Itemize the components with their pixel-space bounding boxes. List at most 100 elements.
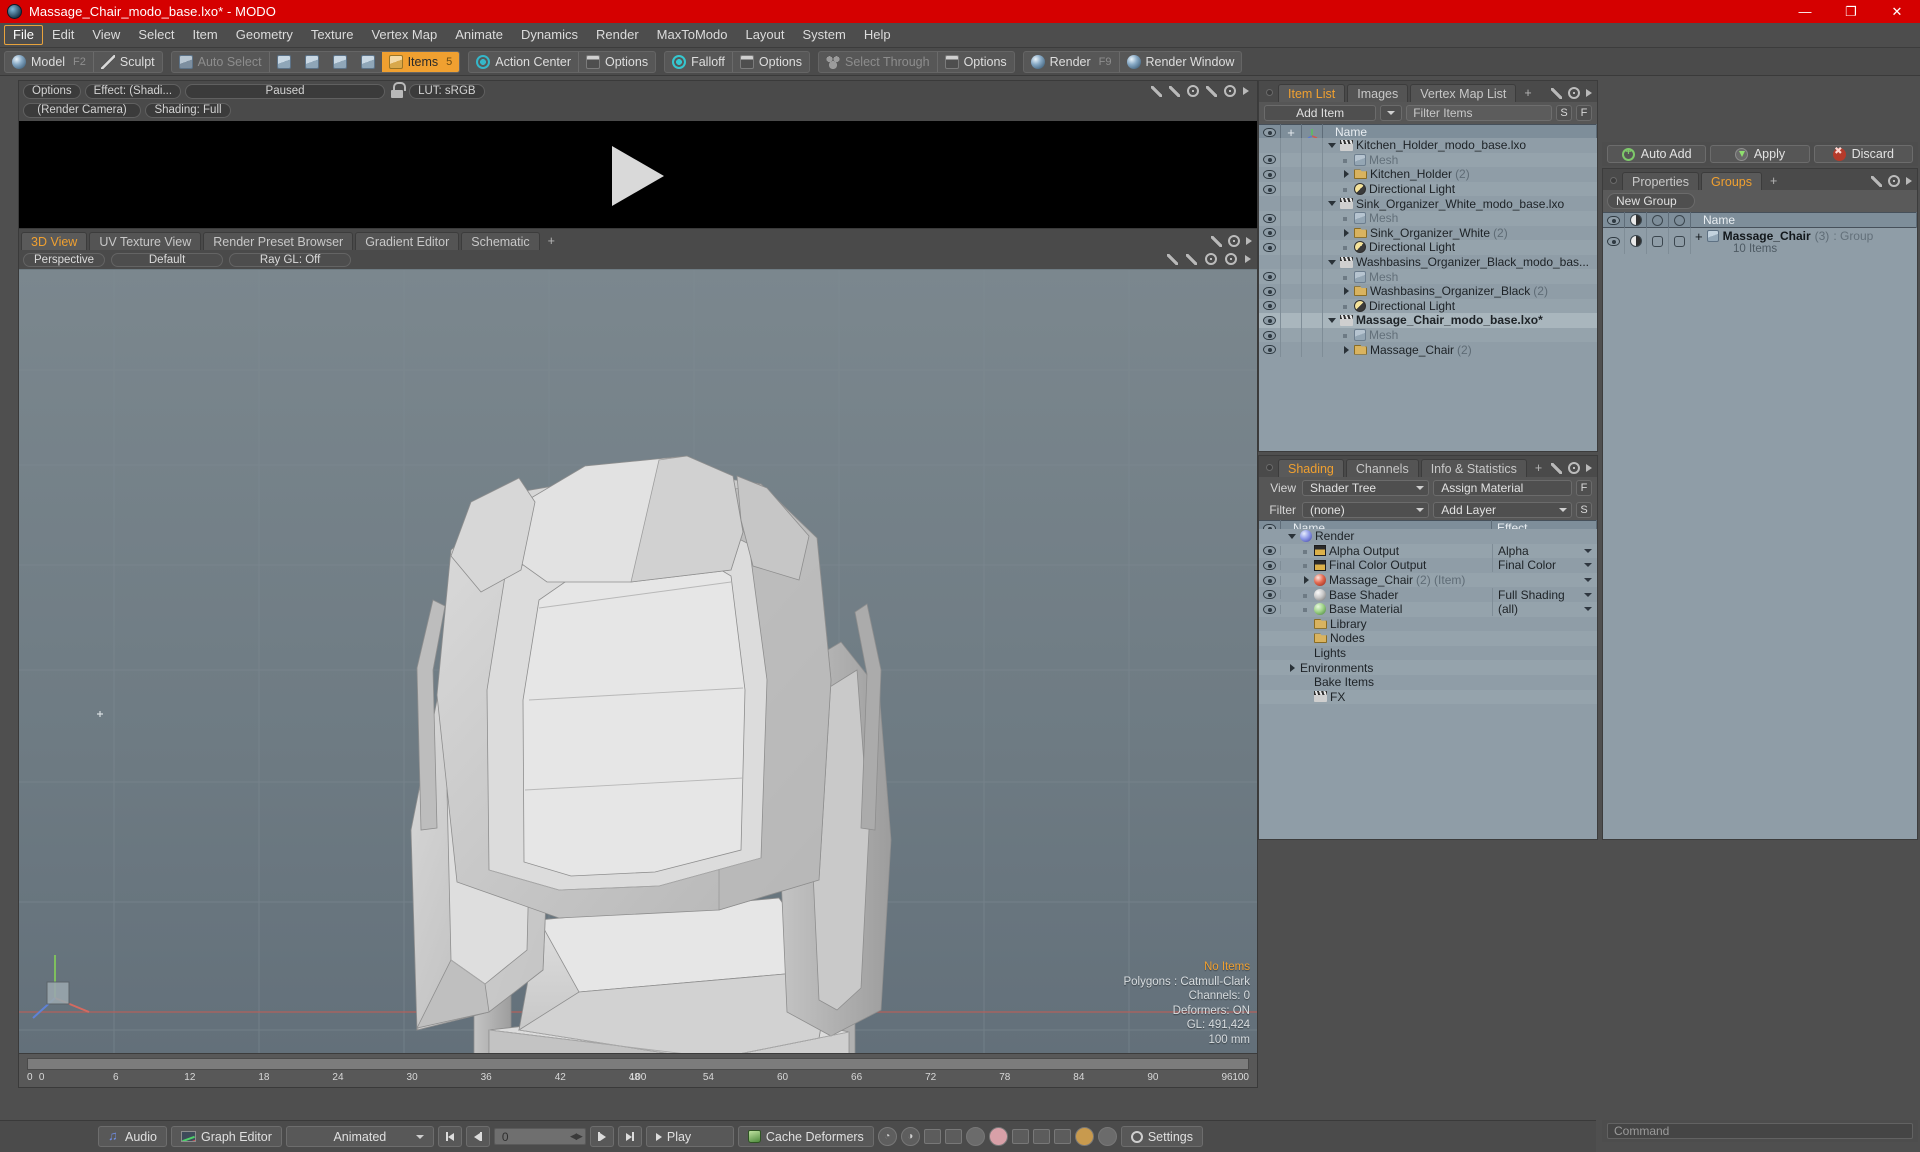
row-name-cell[interactable]: Library	[1281, 617, 1492, 631]
row-lock-cell[interactable]	[1281, 167, 1302, 182]
shader-tree-row[interactable]: Render	[1259, 529, 1597, 544]
shader-tree-row[interactable]: Bake Items	[1259, 674, 1597, 690]
item-list-tab-item-list[interactable]: Item List	[1278, 84, 1346, 102]
item-list-row[interactable]: Directional Light	[1259, 240, 1597, 255]
item-list-tree[interactable]: Kitchen_Holder_modo_base.lxo Mesh Kitchen_…	[1259, 138, 1597, 451]
row-name-cell[interactable]: Kitchen_Holder_modo_base.lxo	[1323, 138, 1597, 152]
shader-tree-row[interactable]: Nodes	[1259, 631, 1597, 646]
play-triangle-icon[interactable]	[612, 145, 664, 206]
viewport-move-icon[interactable]	[1167, 253, 1178, 265]
preview-effect-dropdown[interactable]: Effect: (Shadi...	[84, 83, 182, 99]
group-row[interactable]: + Massage_Chair (3) : Group 10 Items	[1603, 228, 1917, 255]
auto-add-button[interactable]: Auto Add	[1607, 145, 1707, 163]
shader-tree-row[interactable]: Final Color Output Final Color	[1259, 558, 1597, 573]
eye-icon[interactable]	[1263, 315, 1276, 325]
row-visibility-cell[interactable]	[1259, 604, 1281, 614]
animated-dropdown[interactable]: Animated	[285, 1126, 434, 1147]
item-list-row[interactable]: Kitchen_Holder_modo_base.lxo	[1259, 138, 1597, 153]
row-transform-cell[interactable]	[1302, 327, 1323, 343]
viewport-tab-uv-texture-view[interactable]: UV Texture View	[89, 232, 202, 250]
render-window-button[interactable]: Render Window	[1120, 52, 1242, 72]
playback-mode-icon-1[interactable]: ◔	[877, 1127, 897, 1146]
item-list-row[interactable]: Directional Light	[1259, 298, 1597, 314]
row-transform-cell[interactable]	[1302, 254, 1323, 270]
row-effect-cell[interactable]: Full Shading	[1492, 587, 1597, 602]
eye-icon[interactable]	[1263, 560, 1276, 570]
maximize-button[interactable]: ❐	[1828, 0, 1874, 23]
3d-viewport-canvas[interactable]: No Items Polygons : Catmull-Clark Channe…	[19, 270, 1257, 1055]
row-name-cell[interactable]: Bake Items	[1281, 675, 1492, 689]
viewport-chevron-icon[interactable]	[1245, 255, 1251, 263]
expand-icon[interactable]	[1211, 235, 1222, 247]
new-group-button[interactable]: New Group	[1607, 193, 1695, 209]
falloff-options-button[interactable]: Options	[733, 52, 809, 72]
expand-icon[interactable]	[1871, 175, 1882, 187]
item-list-row[interactable]: Mesh	[1259, 152, 1597, 168]
group-select-cell[interactable]	[1669, 228, 1691, 254]
command-input[interactable]: Command	[1607, 1123, 1913, 1139]
spinner-icon[interactable]: ◀▶	[570, 1131, 583, 1142]
row-transform-cell[interactable]	[1302, 181, 1323, 197]
row-name-cell[interactable]: Directional Light	[1323, 182, 1597, 196]
eye-icon[interactable]	[1263, 228, 1276, 238]
zoom-icon[interactable]	[1187, 85, 1199, 97]
ruler-track[interactable]	[27, 1058, 1249, 1070]
item-list-tab-vertex-map-list[interactable]: Vertex Map List	[1410, 84, 1517, 102]
menu-item[interactable]: Item	[183, 25, 226, 45]
falloff-button[interactable]: Falloff	[665, 52, 732, 72]
eye-icon[interactable]	[1263, 169, 1276, 179]
item-list-row[interactable]: Directional Light	[1259, 181, 1597, 197]
action-center-button[interactable]: Action Center	[469, 52, 578, 72]
row-visibility-cell[interactable]	[1259, 138, 1281, 153]
eye-icon[interactable]	[1263, 213, 1276, 223]
row-visibility-cell[interactable]	[1259, 181, 1281, 197]
key-lock-icon[interactable]	[1011, 1129, 1029, 1144]
filter-dropdown[interactable]: (none)	[1302, 501, 1430, 518]
menu-file[interactable]: File	[4, 25, 43, 45]
row-name-cell[interactable]: Massage_Chair (2)	[1323, 343, 1597, 357]
viewport-zoom-icon[interactable]	[1205, 253, 1217, 265]
row-lock-cell[interactable]	[1281, 283, 1302, 299]
panel-menu-dot[interactable]	[1266, 464, 1273, 471]
row-name-cell[interactable]: Mesh	[1323, 270, 1597, 284]
select-through-options-button[interactable]: Options	[938, 52, 1014, 72]
row-transform-cell[interactable]	[1302, 210, 1323, 226]
row-lock-cell[interactable]	[1281, 327, 1302, 343]
twist-right-icon[interactable]	[1301, 575, 1311, 585]
audio-button[interactable]: Audio	[98, 1126, 167, 1147]
viewport-gear-icon[interactable]	[1225, 253, 1237, 265]
shader-tree-row[interactable]: Library	[1259, 616, 1597, 632]
row-lock-cell[interactable]	[1281, 240, 1302, 255]
eye-icon[interactable]	[1263, 345, 1276, 355]
shading-tab-info-statistics[interactable]: Info & Statistics	[1420, 459, 1527, 477]
row-visibility-cell[interactable]	[1259, 152, 1281, 168]
material-mode-button[interactable]	[354, 52, 382, 72]
key-prev-icon[interactable]	[1053, 1129, 1071, 1144]
go-to-end-button[interactable]	[617, 1126, 642, 1147]
cache-deformers-button[interactable]: Cache Deformers	[737, 1126, 874, 1147]
shading-tab-add-tab[interactable]: +	[1529, 459, 1548, 477]
twist-right-icon[interactable]	[1287, 663, 1297, 673]
row-transform-cell[interactable]	[1302, 283, 1323, 299]
checkbox-icon[interactable]	[1674, 235, 1685, 247]
key-right-icon[interactable]	[944, 1129, 962, 1144]
menu-animate[interactable]: Animate	[446, 25, 512, 45]
row-transform-cell[interactable]	[1302, 167, 1323, 182]
group-visibility-cell[interactable]	[1603, 228, 1625, 254]
panel-menu-dot[interactable]	[1610, 177, 1617, 184]
viewport-ruler[interactable]: 0 6 12 18 24 30 36 42 48 54 60 66 72 78 84 90 96 0 100 1…	[19, 1053, 1257, 1087]
gear-icon[interactable]	[1224, 85, 1236, 97]
shading-f-button[interactable]: F	[1576, 480, 1592, 496]
render-button[interactable]: Render F9	[1024, 52, 1119, 72]
row-name-cell[interactable]: Lights	[1281, 646, 1492, 660]
menu-help[interactable]: Help	[855, 25, 900, 45]
view-dropdown[interactable]: Shader Tree	[1302, 480, 1430, 496]
row-name-cell[interactable]: Mesh	[1323, 153, 1597, 167]
items-mode-button[interactable]: Items 5	[381, 51, 460, 72]
row-visibility-cell[interactable]	[1259, 327, 1281, 343]
row-lock-cell[interactable]	[1281, 298, 1302, 314]
eye-icon[interactable]	[1263, 272, 1276, 282]
row-name-cell[interactable]: Base Shader	[1281, 588, 1492, 602]
apply-button[interactable]: Apply	[1710, 145, 1810, 163]
row-transform-cell[interactable]	[1302, 152, 1323, 168]
